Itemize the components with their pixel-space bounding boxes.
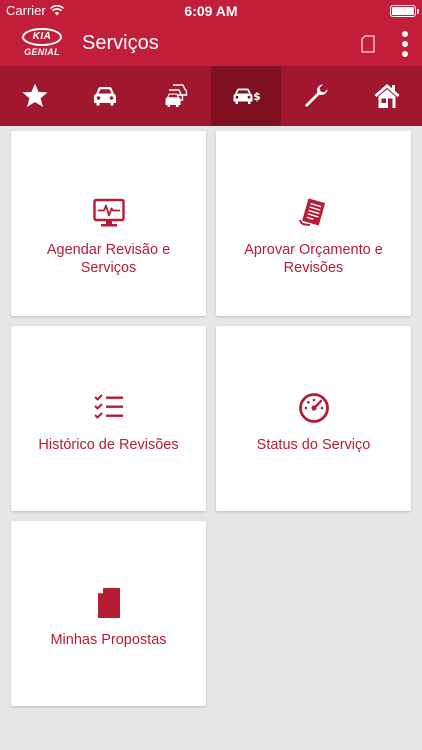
more-dot [402,31,408,37]
car-dollar-icon: $ [233,88,261,104]
app-header: Carrier 6:09 AM KIA GENIAL Serviços [0,0,422,66]
battery-icon [390,5,419,17]
tab-vehicles[interactable] [70,66,140,126]
card-service-history[interactable]: Histórico de Revisões [11,326,206,511]
wrench-icon [305,84,328,107]
logo-kia-text: KIA [22,28,62,46]
tab-maintenance[interactable] [281,66,351,126]
tab-dealer[interactable] [352,66,422,126]
car-icon [94,87,117,106]
card-label: Agendar Revisão e Serviços [46,242,171,276]
card-schedule-service[interactable]: Agendar Revisão e Serviços [11,131,206,316]
kia-genial-logo: KIA GENIAL [20,28,64,60]
checklist-icon [93,394,123,419]
more-options-button[interactable] [396,30,414,58]
card-label: Status do Serviço [256,437,371,453]
receipt-icon [298,198,325,226]
card-approve-quote[interactable]: Aprovar Orçamento e Revisões [216,131,411,316]
document-icon [97,588,120,618]
card-label: Minhas Propostas [50,632,167,648]
tab-fleet[interactable] [141,66,211,126]
svg-text:$: $ [253,90,261,103]
monitor-pulse-icon [92,198,125,227]
status-time: 6:09 AM [184,3,238,19]
more-dot [402,41,408,47]
logo-genial-text: GENIAL [24,47,60,57]
status-bar: Carrier 6:09 AM [0,0,422,22]
document-outline-icon [361,35,375,53]
tab-favorites[interactable] [0,66,70,126]
star-icon [22,83,48,107]
page-title: Serviços [82,32,159,54]
tab-services[interactable]: $ [210,66,282,126]
more-dot [402,51,408,57]
card-service-status[interactable]: Status do Serviço [216,326,411,511]
card-label: Histórico de Revisões [38,437,179,453]
speedometer-icon [298,393,329,423]
card-label: Aprovar Orçamento e Revisões [244,242,383,276]
card-my-proposals[interactable]: Minhas Propostas [11,521,206,706]
home-icon [374,84,400,108]
documents-button[interactable] [360,34,376,54]
category-tabbar: $ [0,66,422,126]
cars-stack-icon [165,84,188,107]
